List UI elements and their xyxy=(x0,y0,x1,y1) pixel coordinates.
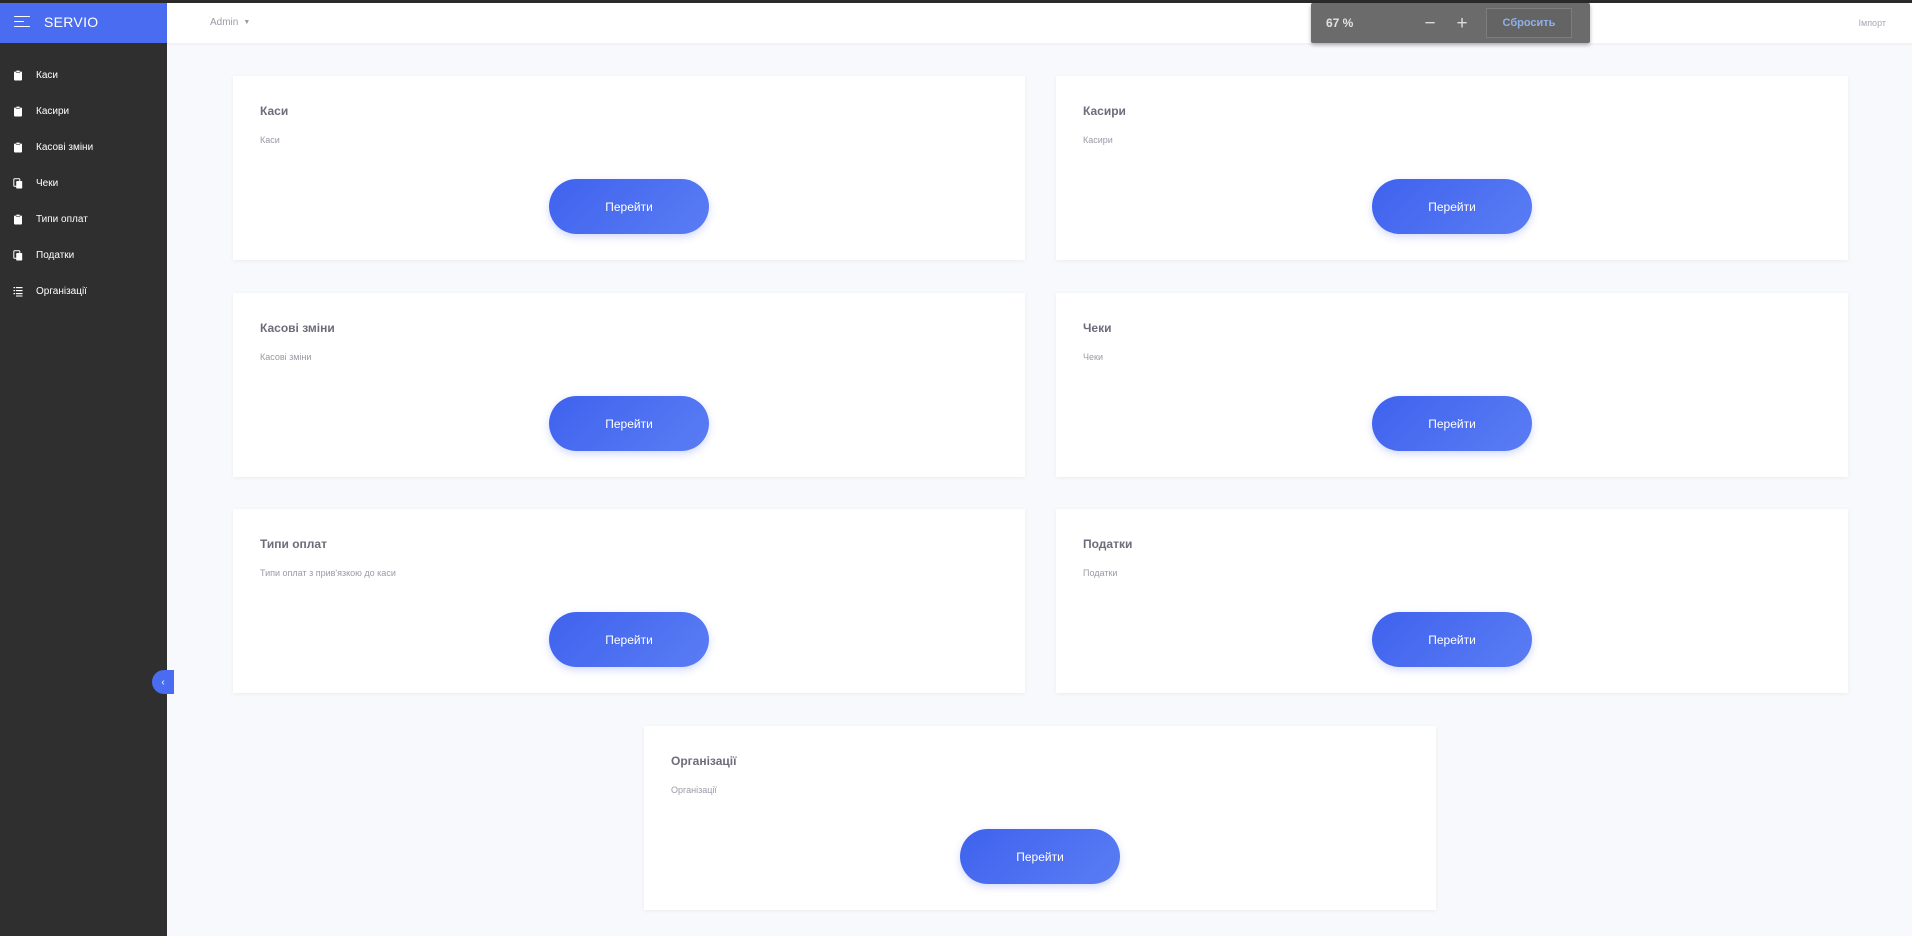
card-title: Податки xyxy=(1083,537,1133,551)
card-typy-oplat: Типи оплат Типи оплат з прив'язкою до ка… xyxy=(233,509,1025,693)
sidebar-item-label: Податки xyxy=(36,249,75,261)
go-button-kasy[interactable]: Перейти xyxy=(549,179,709,234)
card-subtitle: Касири xyxy=(1083,135,1113,145)
chevron-down-icon: ▼ xyxy=(243,19,251,26)
sidebar-item-label: Чеки xyxy=(36,177,59,189)
go-button-podatky[interactable]: Перейти xyxy=(1372,612,1532,667)
card-subtitle: Організації xyxy=(671,785,717,795)
copy-icon xyxy=(13,249,23,261)
card-kasovi-zminy: Касові зміни Касові зміни Перейти xyxy=(233,293,1025,477)
list-icon xyxy=(13,286,23,297)
chevron-left-icon: ‹ xyxy=(161,676,165,688)
zoom-popup: 67 % − + Сбросить xyxy=(1311,3,1590,43)
sidebar-item-kasy[interactable]: Каси xyxy=(0,57,167,93)
zoom-reset-button[interactable]: Сбросить xyxy=(1486,8,1572,38)
card-title: Касові зміни xyxy=(260,321,335,335)
card-subtitle: Каси xyxy=(260,135,280,145)
go-button-orhanizatsii[interactable]: Перейти xyxy=(960,829,1120,884)
sidebar-item-label: Каси xyxy=(36,69,58,81)
card-subtitle: Податки xyxy=(1083,568,1118,578)
zoom-in-button[interactable]: + xyxy=(1446,14,1478,33)
sidebar: SERVIO Каси Касири Касові зміни Чеки Тип… xyxy=(0,0,167,936)
card-title: Касири xyxy=(1083,104,1126,118)
sidebar-collapse-button[interactable]: ‹ xyxy=(152,670,174,694)
sidebar-nav: Каси Касири Касові зміни Чеки Типи оплат xyxy=(0,57,167,309)
card-subtitle: Касові зміни xyxy=(260,352,312,362)
sidebar-item-orhanizatsii[interactable]: Організації xyxy=(0,273,167,309)
user-name: Admin xyxy=(210,17,239,28)
brand-name: SERVIO xyxy=(44,13,99,30)
card-title: Каси xyxy=(260,104,289,118)
clipboard-icon xyxy=(13,141,23,153)
brand-bar: SERVIO xyxy=(0,0,167,43)
card-title: Організації xyxy=(671,754,737,768)
sidebar-item-label: Касири xyxy=(36,105,70,117)
card-title: Типи оплат xyxy=(260,537,327,551)
sidebar-item-label: Касові зміни xyxy=(36,141,94,153)
top-header: Admin ▼ Імпорт xyxy=(167,3,1912,43)
go-button-kasovi-zminy[interactable]: Перейти xyxy=(549,396,709,451)
menu-icon[interactable] xyxy=(14,15,30,28)
window-top-border xyxy=(0,0,1912,3)
card-subtitle: Чеки xyxy=(1083,352,1103,362)
sidebar-item-podatky[interactable]: Податки xyxy=(0,237,167,273)
card-subtitle: Типи оплат з прив'язкою до каси xyxy=(260,568,396,578)
sidebar-item-label: Типи оплат xyxy=(36,213,88,225)
go-button-typy-oplat[interactable]: Перейти xyxy=(549,612,709,667)
sidebar-item-kasyry[interactable]: Касири xyxy=(0,93,167,129)
zoom-out-button[interactable]: − xyxy=(1414,14,1446,33)
card-kasy: Каси Каси Перейти xyxy=(233,76,1025,260)
import-link[interactable]: Імпорт xyxy=(1859,18,1887,28)
card-title: Чеки xyxy=(1083,321,1112,335)
card-podatky: Податки Податки Перейти xyxy=(1056,509,1848,693)
copy-icon xyxy=(13,177,23,189)
card-kasyry: Касири Касири Перейти xyxy=(1056,76,1848,260)
sidebar-item-kasovi-zminy[interactable]: Касові зміни xyxy=(0,129,167,165)
card-cheky: Чеки Чеки Перейти xyxy=(1056,293,1848,477)
go-button-cheky[interactable]: Перейти xyxy=(1372,396,1532,451)
user-menu[interactable]: Admin ▼ xyxy=(210,17,250,28)
clipboard-icon xyxy=(13,69,23,81)
zoom-level: 67 % xyxy=(1326,16,1354,30)
go-button-kasyry[interactable]: Перейти xyxy=(1372,179,1532,234)
card-orhanizatsii: Організації Організації Перейти xyxy=(644,726,1436,910)
sidebar-item-typy-oplat[interactable]: Типи оплат xyxy=(0,201,167,237)
clipboard-icon xyxy=(13,213,23,225)
clipboard-icon xyxy=(13,105,23,117)
sidebar-item-label: Організації xyxy=(36,285,87,297)
sidebar-item-cheky[interactable]: Чеки xyxy=(0,165,167,201)
